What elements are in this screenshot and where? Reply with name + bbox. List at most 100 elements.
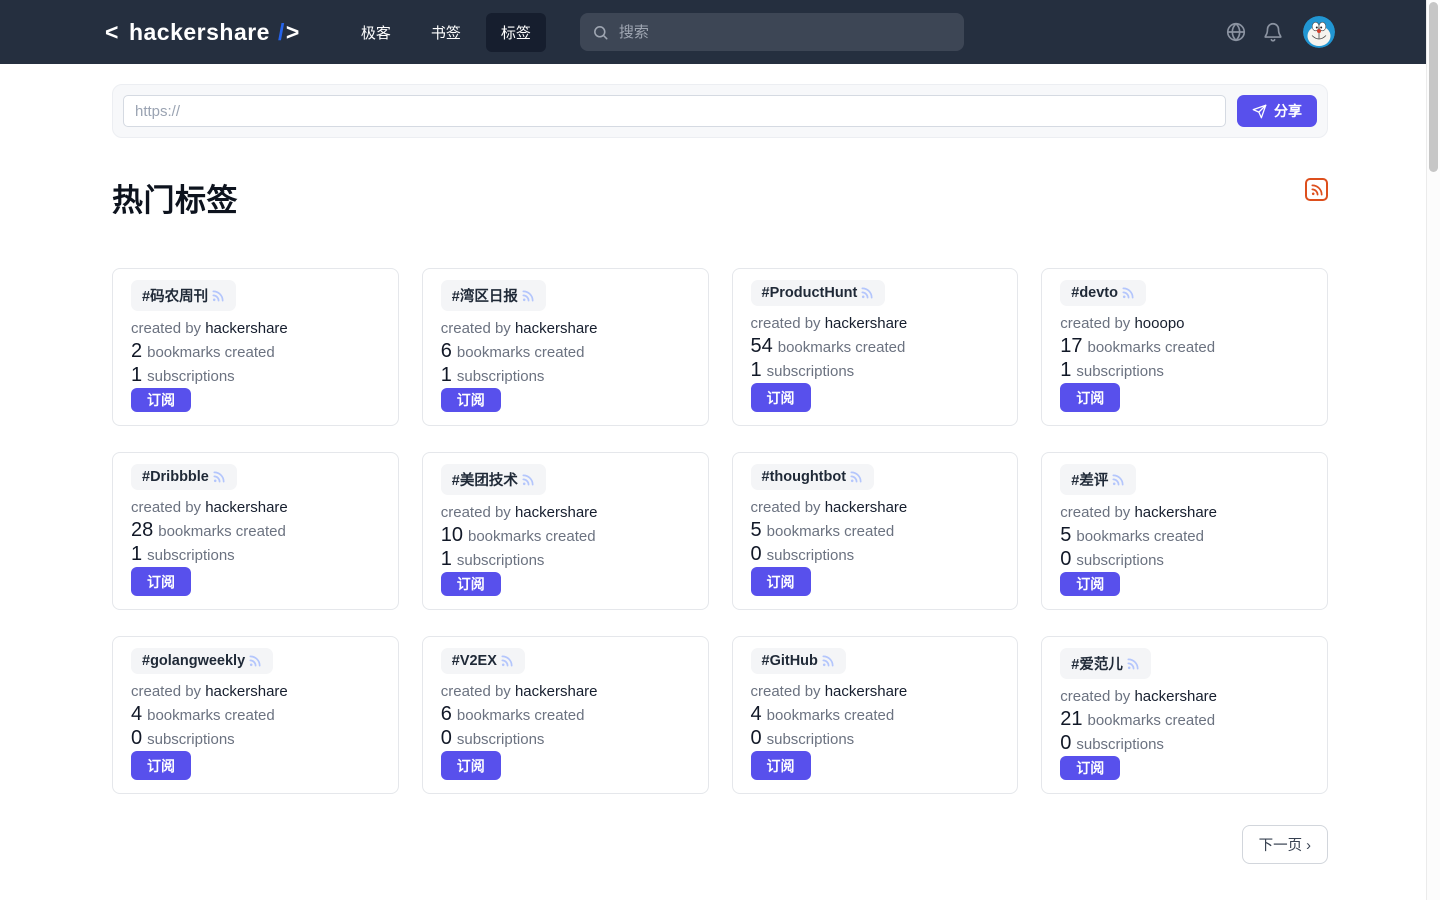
tag-rss-icon [860,286,874,300]
subscribe-button[interactable]: 订阅 [751,751,811,780]
tag-pill[interactable]: #美团技术 [441,464,546,495]
globe-icon[interactable] [1225,21,1247,43]
bookmarks-label: bookmarks created [147,344,275,361]
creator-name: hackershare [825,683,908,700]
created-by-label: created by [751,683,821,700]
subscriptions-label: subscriptions [767,547,855,564]
rss-feed-link[interactable] [1305,178,1328,201]
tag-pill[interactable]: #V2EX [441,648,525,674]
subscriptions-count: 1 [751,359,762,381]
tag-name: #ProductHunt [762,285,858,301]
tag-card: #V2EX created by hackershare 6bookmarks … [422,636,709,794]
subscribe-button[interactable]: 订阅 [1060,756,1120,780]
bookmarks-line: 5bookmarks created [751,519,908,543]
creator-line: created by hackershare [441,318,598,340]
nav-link-geek[interactable]: 极客 [346,13,406,52]
subscribe-button[interactable]: 订阅 [441,751,501,780]
tag-meta: created by hackershare 6bookmarks create… [441,318,598,388]
creator-name: hackershare [825,315,908,332]
subscriptions-line: 0subscriptions [1060,548,1217,572]
tag-name: #GitHub [762,653,818,669]
tag-pill[interactable]: #湾区日报 [441,280,546,311]
rss-icon [1310,183,1324,197]
tag-meta: created by hackershare 54bookmarks creat… [751,313,908,383]
subscribe-button[interactable]: 订阅 [441,388,501,412]
subscribe-button[interactable]: 订阅 [751,567,811,596]
subscribe-button[interactable]: 订阅 [131,751,191,780]
nav-link-bookmarks[interactable]: 书签 [416,13,476,52]
bell-icon[interactable] [1262,21,1284,43]
bookmarks-label: bookmarks created [457,707,585,724]
bookmarks-line: 5bookmarks created [1060,524,1217,548]
tag-pill[interactable]: #ProductHunt [751,280,886,306]
tag-pill[interactable]: #差评 [1060,464,1136,495]
created-by-label: created by [751,499,821,516]
subscriptions-line: 1subscriptions [441,364,598,388]
subscribe-button[interactable]: 订阅 [751,383,811,412]
tag-rss-icon [212,470,226,484]
subscriptions-label: subscriptions [767,363,855,380]
paper-plane-icon [1252,104,1267,119]
tag-meta: created by hooopo 17bookmarks created 1s… [1060,313,1215,383]
tag-name: #爱范儿 [1071,653,1123,674]
search-box[interactable] [580,13,964,51]
tag-pill[interactable]: #thoughtbot [751,464,875,490]
tag-pill[interactable]: #码农周刊 [131,280,236,311]
tag-meta: created by hackershare 6bookmarks create… [441,681,598,751]
tag-card: #GitHub created by hackershare 4bookmark… [732,636,1019,794]
tag-name: #码农周刊 [142,285,208,306]
tag-card: #ProductHunt created by hackershare 54bo… [732,268,1019,426]
tag-meta: created by hackershare 2bookmarks create… [131,318,288,388]
creator-line: created by hackershare [751,497,908,519]
subscribe-button[interactable]: 订阅 [1060,572,1120,596]
tag-pill[interactable]: #爱范儿 [1060,648,1151,679]
navbar: < hackershare / > 极客 书签 标签 [0,0,1440,64]
url-input[interactable] [123,95,1226,127]
tag-pill[interactable]: #devto [1060,280,1146,306]
share-button[interactable]: 分享 [1237,95,1317,127]
tag-pill[interactable]: #golangweekly [131,648,273,674]
tag-card: #golangweekly created by hackershare 4bo… [112,636,399,794]
tag-name: #Dribbble [142,469,209,485]
creator-line: created by hackershare [441,681,598,703]
creator-name: hackershare [515,504,598,521]
bookmarks-label: bookmarks created [767,523,895,540]
subscriptions-label: subscriptions [147,731,235,748]
main-content: 分享 热门标签 #码农周刊 created by hackershare [112,84,1328,864]
tag-pill[interactable]: #Dribbble [131,464,237,490]
tag-meta: created by hackershare 10bookmarks creat… [441,502,598,572]
subscriptions-count: 0 [751,727,762,749]
bookmarks-count: 5 [1060,524,1071,546]
subscribe-button[interactable]: 订阅 [131,567,191,596]
tag-card: #thoughtbot created by hackershare 5book… [732,452,1019,610]
tag-meta: created by hackershare 5bookmarks create… [751,497,908,567]
tag-pill[interactable]: #GitHub [751,648,846,674]
created-by-label: created by [751,315,821,332]
subscriptions-label: subscriptions [767,731,855,748]
logo-gt: > [286,19,300,46]
scrollbar-thumb[interactable] [1429,2,1438,172]
nav-link-tags[interactable]: 标签 [486,13,546,52]
subscriptions-line: 1 subscriptions [751,359,908,383]
tag-meta: created by hackershare 21bookmarks creat… [1060,686,1217,756]
tag-card: #爱范儿 created by hackershare 21bookmarks … [1041,636,1328,794]
search-input[interactable] [619,24,952,41]
subscriptions-count: 1 [441,364,452,386]
logo[interactable]: < hackershare / > [105,19,300,46]
tag-name: #湾区日报 [452,285,518,306]
tag-name: #devto [1071,285,1118,301]
avatar[interactable] [1303,16,1335,48]
scrollbar[interactable] [1426,0,1440,900]
bookmarks-line: 6bookmarks created [441,703,598,727]
bookmarks-count: 4 [131,703,142,725]
next-page-button[interactable]: 下一页 › [1242,825,1328,864]
pagination: 下一页 › [112,825,1328,864]
bookmarks-label: bookmarks created [158,523,286,540]
tag-name: #差评 [1071,469,1108,490]
subscribe-button[interactable]: 订阅 [131,388,191,412]
subscribe-button[interactable]: 订阅 [441,572,501,596]
subscribe-button[interactable]: 订阅 [1060,383,1120,412]
creator-line: created by hackershare [131,497,288,519]
logo-name: hackershare [129,19,270,46]
tag-card: #差评 created by hackershare 5bookmarks cr… [1041,452,1328,610]
